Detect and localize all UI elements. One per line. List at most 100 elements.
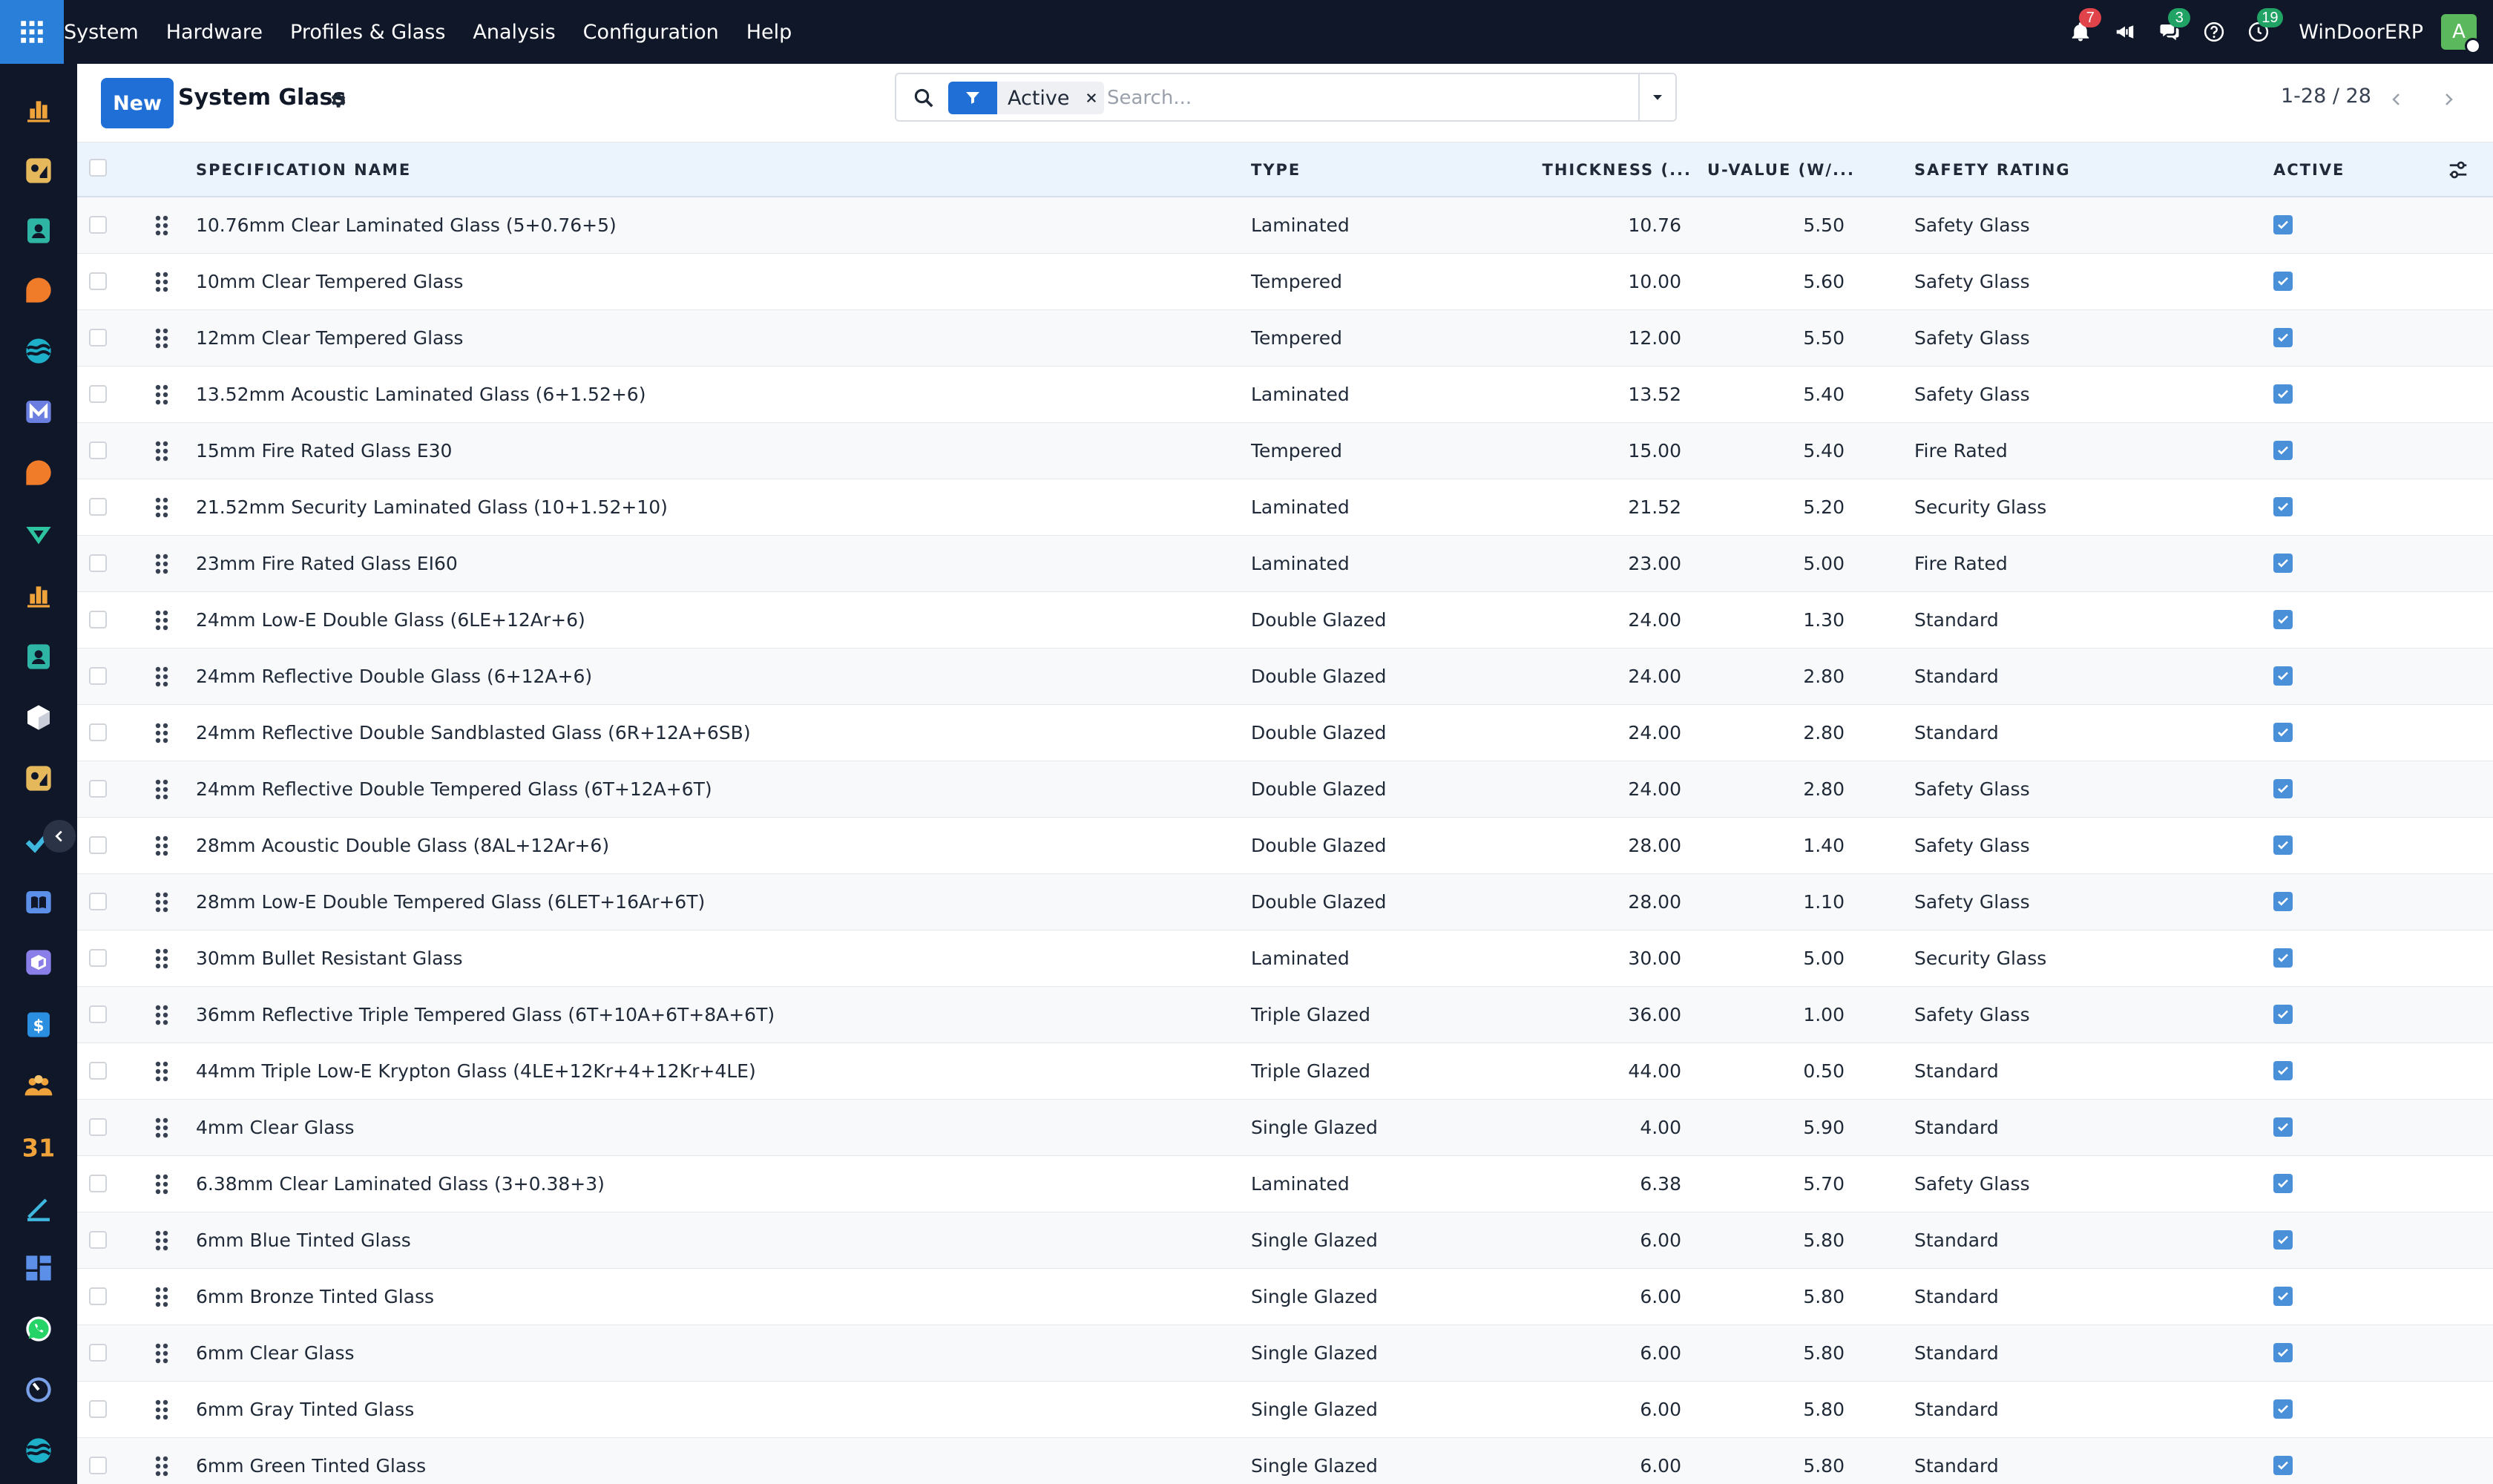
row-checkbox[interactable] bbox=[89, 1118, 107, 1136]
activities-button[interactable]: 19 bbox=[2244, 8, 2283, 47]
sidebar-collapse-button[interactable] bbox=[43, 820, 76, 853]
active-checkbox[interactable] bbox=[2273, 779, 2293, 798]
menu-system[interactable]: System bbox=[64, 21, 139, 44]
table-row[interactable]: 24mm Reflective Double Sandblasted Glass… bbox=[77, 705, 2493, 761]
row-checkbox[interactable] bbox=[89, 554, 107, 572]
active-checkbox[interactable] bbox=[2273, 1343, 2293, 1362]
drag-handle-icon[interactable] bbox=[154, 215, 169, 236]
active-checkbox[interactable] bbox=[2273, 666, 2293, 686]
drag-handle-icon[interactable] bbox=[154, 1230, 169, 1251]
active-checkbox[interactable] bbox=[2273, 610, 2293, 629]
table-row[interactable]: 12mm Clear Tempered Glass Tempered 12.00… bbox=[77, 310, 2493, 367]
pager-next-button[interactable] bbox=[2426, 77, 2471, 122]
active-checkbox[interactable] bbox=[2273, 892, 2293, 911]
row-checkbox[interactable] bbox=[89, 1400, 107, 1418]
sidebar-app-5[interactable] bbox=[24, 336, 53, 366]
drag-handle-icon[interactable] bbox=[154, 1117, 169, 1138]
row-checkbox[interactable] bbox=[89, 498, 107, 516]
user-avatar[interactable]: A bbox=[2441, 14, 2481, 54]
sidebar-app-11[interactable] bbox=[24, 703, 53, 732]
sidebar-app-7[interactable] bbox=[24, 458, 53, 487]
row-checkbox[interactable] bbox=[89, 216, 107, 234]
announcements-button[interactable] bbox=[2110, 17, 2140, 47]
menu-help[interactable]: Help bbox=[746, 21, 792, 44]
menu-hardware[interactable]: Hardware bbox=[166, 21, 263, 44]
table-row[interactable]: 24mm Reflective Double Tempered Glass (6… bbox=[77, 761, 2493, 818]
row-checkbox[interactable] bbox=[89, 1005, 107, 1023]
active-checkbox[interactable] bbox=[2273, 1287, 2293, 1306]
drag-handle-icon[interactable] bbox=[154, 1174, 169, 1195]
table-row[interactable]: 6mm Gray Tinted Glass Single Glazed 6.00… bbox=[77, 1382, 2493, 1438]
active-checkbox[interactable] bbox=[2273, 1117, 2293, 1137]
row-checkbox[interactable] bbox=[89, 1457, 107, 1474]
row-checkbox[interactable] bbox=[89, 893, 107, 910]
drag-handle-icon[interactable] bbox=[154, 1287, 169, 1307]
column-header-thickness[interactable]: THICKNESS (... bbox=[1536, 142, 1692, 197]
active-checkbox[interactable] bbox=[2273, 1399, 2293, 1419]
table-row[interactable]: 28mm Low-E Double Tempered Glass (6LET+1… bbox=[77, 874, 2493, 930]
row-checkbox[interactable] bbox=[89, 441, 107, 459]
pager-value[interactable]: 1-28 / 28 bbox=[2281, 85, 2371, 108]
notifications-button[interactable]: 7 bbox=[2066, 8, 2102, 47]
row-checkbox[interactable] bbox=[89, 780, 107, 798]
active-checkbox[interactable] bbox=[2273, 215, 2293, 234]
drag-handle-icon[interactable] bbox=[154, 272, 169, 292]
sidebar-app-14[interactable] bbox=[24, 887, 53, 917]
row-checkbox[interactable] bbox=[89, 1231, 107, 1249]
active-checkbox[interactable] bbox=[2273, 723, 2293, 742]
table-row[interactable]: 13.52mm Acoustic Laminated Glass (6+1.52… bbox=[77, 367, 2493, 423]
sidebar-app-22[interactable] bbox=[24, 1375, 53, 1405]
sidebar-app-15[interactable] bbox=[24, 948, 53, 977]
active-checkbox[interactable] bbox=[2273, 1230, 2293, 1250]
facet-remove-button[interactable] bbox=[1079, 82, 1104, 114]
active-checkbox[interactable] bbox=[2273, 554, 2293, 573]
column-header-type[interactable]: TYPE bbox=[1251, 142, 1301, 197]
new-button[interactable]: New bbox=[101, 78, 174, 128]
company-switcher[interactable]: WinDoorERP bbox=[2299, 21, 2423, 44]
active-checkbox[interactable] bbox=[2273, 272, 2293, 291]
table-row[interactable]: 30mm Bullet Resistant Glass Laminated 30… bbox=[77, 930, 2493, 987]
table-row[interactable]: 36mm Reflective Triple Tempered Glass (6… bbox=[77, 987, 2493, 1043]
drag-handle-icon[interactable] bbox=[154, 441, 169, 462]
active-checkbox[interactable] bbox=[2273, 948, 2293, 968]
sidebar-app-10[interactable] bbox=[24, 642, 53, 672]
active-checkbox[interactable] bbox=[2273, 1456, 2293, 1475]
table-row[interactable]: 6mm Clear Glass Single Glazed 6.00 5.80 … bbox=[77, 1325, 2493, 1382]
active-checkbox[interactable] bbox=[2273, 328, 2293, 347]
drag-handle-icon[interactable] bbox=[154, 1343, 169, 1364]
table-row[interactable]: 23mm Fire Rated Glass EI60 Laminated 23.… bbox=[77, 536, 2493, 592]
menu-profiles-glass[interactable]: Profiles & Glass bbox=[290, 21, 445, 44]
active-checkbox[interactable] bbox=[2273, 384, 2293, 404]
table-row[interactable]: 6.38mm Clear Laminated Glass (3+0.38+3) … bbox=[77, 1156, 2493, 1212]
table-row[interactable]: 21.52mm Security Laminated Glass (10+1.5… bbox=[77, 479, 2493, 536]
table-row[interactable]: 6mm Green Tinted Glass Single Glazed 6.0… bbox=[77, 1438, 2493, 1484]
table-row[interactable]: 6mm Bronze Tinted Glass Single Glazed 6.… bbox=[77, 1269, 2493, 1325]
row-checkbox[interactable] bbox=[89, 1062, 107, 1080]
row-checkbox[interactable] bbox=[89, 1344, 107, 1362]
sidebar-app-17[interactable] bbox=[24, 1071, 53, 1100]
drag-handle-icon[interactable] bbox=[154, 948, 169, 969]
sidebar-app-19[interactable] bbox=[24, 1192, 53, 1222]
search-icon[interactable] bbox=[913, 87, 935, 109]
pager-previous-button[interactable] bbox=[2374, 77, 2419, 122]
row-checkbox[interactable] bbox=[89, 836, 107, 854]
messages-button[interactable]: 3 bbox=[2155, 8, 2191, 47]
table-row[interactable]: 10mm Clear Tempered Glass Tempered 10.00… bbox=[77, 254, 2493, 310]
active-checkbox[interactable] bbox=[2273, 1061, 2293, 1080]
row-checkbox[interactable] bbox=[89, 667, 107, 685]
drag-handle-icon[interactable] bbox=[154, 1399, 169, 1420]
sidebar-app-1[interactable] bbox=[24, 95, 53, 125]
menu-analysis[interactable]: Analysis bbox=[473, 21, 555, 44]
sidebar-app-3[interactable] bbox=[24, 216, 53, 246]
row-checkbox[interactable] bbox=[89, 329, 107, 347]
table-row[interactable]: 44mm Triple Low-E Krypton Glass (4LE+12K… bbox=[77, 1043, 2493, 1100]
sidebar-app-12[interactable] bbox=[24, 764, 53, 793]
drag-handle-icon[interactable] bbox=[154, 1061, 169, 1082]
column-header-name[interactable]: SPECIFICATION NAME bbox=[196, 142, 411, 197]
drag-handle-icon[interactable] bbox=[154, 610, 169, 631]
active-checkbox[interactable] bbox=[2273, 1174, 2293, 1193]
sidebar-app-16[interactable]: $ bbox=[24, 1010, 53, 1040]
row-checkbox[interactable] bbox=[89, 723, 107, 741]
apps-menu-button[interactable] bbox=[0, 0, 64, 64]
drag-handle-icon[interactable] bbox=[154, 1456, 169, 1477]
